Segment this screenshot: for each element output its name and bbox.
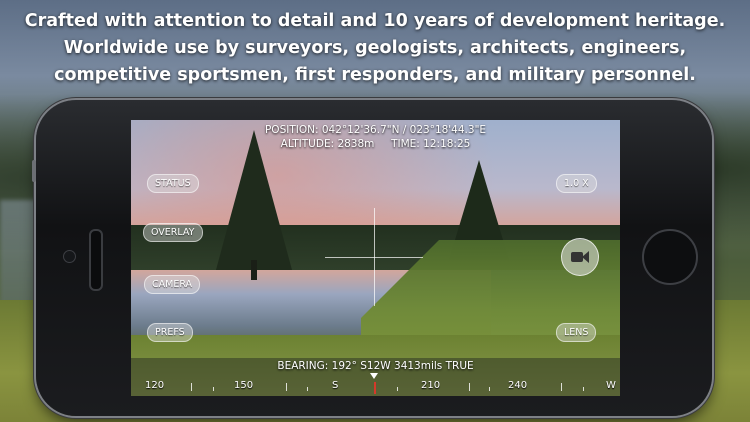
compass-label-120: 120	[145, 380, 165, 391]
compass-tick	[191, 383, 192, 391]
compass-label-south: S	[332, 380, 339, 391]
compass-tick	[307, 387, 308, 391]
video-camera-lens-icon	[582, 251, 589, 263]
altitude-time-text: ALTITUDE: 2838m TIME: 12:18:25	[280, 138, 471, 150]
compass-label-west: W	[606, 380, 616, 391]
phone-device: POSITION: 042°12'36.7"N / 023°18'44.3"E …	[32, 100, 712, 416]
promo-headline: Crafted with attention to detail and 10 …	[0, 8, 750, 89]
home-button[interactable]	[642, 229, 698, 285]
front-camera	[63, 250, 76, 263]
heading-marker	[374, 382, 376, 394]
bearing-readout: BEARING: 192° S12W 3413mils TRUE	[277, 360, 474, 372]
scene-pine-tree	[216, 130, 292, 270]
compass-tick	[397, 387, 398, 391]
crosshair-vertical	[374, 208, 375, 306]
headline-line-2: Worldwide use by surveyors, geologists, …	[63, 38, 687, 58]
compass-label-240: 240	[508, 380, 528, 391]
prefs-button[interactable]: PREFS	[147, 323, 193, 342]
compass-tick	[583, 387, 584, 391]
video-record-button[interactable]	[561, 238, 599, 276]
lens-button[interactable]: LENS	[556, 323, 597, 342]
compass-tick	[489, 387, 490, 391]
camera-button[interactable]: CAMERA	[144, 275, 201, 294]
volume-button	[32, 160, 36, 182]
compass-tick	[469, 383, 470, 391]
position-text: POSITION: 042°12'36.7"N / 023°18'44.3"E	[264, 124, 487, 136]
status-button[interactable]: STATUS	[147, 174, 199, 193]
scene-tree-trunk	[251, 260, 257, 280]
app-screen: POSITION: 042°12'36.7"N / 023°18'44.3"E …	[131, 120, 620, 396]
position-readout: POSITION: 042°12'36.7"N / 023°18'44.3"E …	[131, 123, 620, 151]
overlay-button[interactable]: OVERLAY	[143, 223, 203, 242]
compass-tick	[213, 387, 214, 391]
triangle-down-icon	[370, 373, 378, 379]
headline-line-1: Crafted with attention to detail and 10 …	[24, 11, 726, 31]
earpiece-speaker	[89, 229, 103, 291]
compass-tick	[561, 383, 562, 391]
headline-line-3: competitive sportsmen, first responders,…	[54, 65, 696, 85]
compass-strip[interactable]: BEARING: 192° S12W 3413mils TRUE 120 150…	[131, 358, 620, 396]
compass-label-150: 150	[234, 380, 254, 391]
compass-tick	[286, 383, 287, 391]
zoom-button[interactable]: 1.0 X	[556, 174, 597, 193]
compass-label-210: 210	[421, 380, 441, 391]
